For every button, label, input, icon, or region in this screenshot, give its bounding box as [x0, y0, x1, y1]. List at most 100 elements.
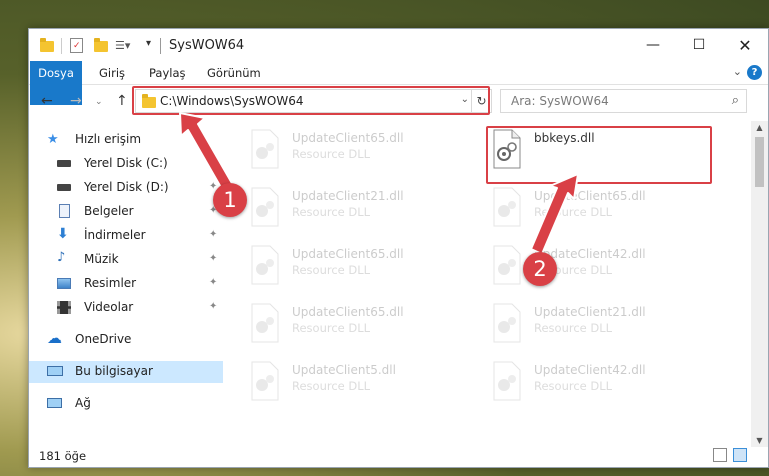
item-count: 181 öğe	[39, 449, 87, 463]
window-title: SysWOW64	[169, 38, 245, 53]
file-name: UpdateClient5.dll	[292, 363, 396, 377]
file-name: UpdateClient65.dll	[292, 131, 404, 145]
document-icon	[59, 204, 70, 218]
dll-file-icon	[493, 361, 521, 401]
navigation-pane: ★ Hızlı erişim Yerel Disk (C:) ✦ Yerel D…	[29, 125, 223, 447]
dll-file-icon	[493, 187, 521, 227]
file-type: Resource DLL	[292, 379, 371, 393]
dll-file-icon	[251, 129, 279, 169]
separator	[61, 38, 62, 54]
sidebar-item-pictures[interactable]: Resimler ✦	[29, 273, 223, 295]
refresh-icon[interactable]: ↻	[471, 90, 491, 112]
file-type: Resource DLL	[292, 147, 371, 161]
pin-icon[interactable]: ✦	[209, 229, 217, 240]
pin-icon[interactable]: ✦	[209, 253, 217, 264]
music-icon: ♪	[57, 250, 66, 265]
star-icon: ★	[47, 132, 59, 147]
list-item[interactable]: UpdateClient21.dll Resource DLL	[248, 185, 478, 229]
vertical-scrollbar[interactable]: ▲ ▼	[751, 121, 768, 447]
download-icon: ⬇	[57, 226, 69, 242]
expand-ribbon-icon[interactable]: ⌄	[733, 65, 742, 78]
file-type: Resource DLL	[292, 205, 371, 219]
tab-gorunum[interactable]: Görünüm	[203, 61, 265, 85]
help-icon[interactable]: ?	[747, 65, 762, 80]
sidebar-item-quick-access[interactable]: ★ Hızlı erişim	[29, 129, 223, 151]
sidebar-item-label: OneDrive	[75, 332, 132, 346]
list-item[interactable]: UpdateClient65.dll Resource DLL	[248, 127, 478, 171]
dll-file-icon	[251, 303, 279, 343]
title-bar: ✓ ☰▾ ▾ SysWOW64 — ☐ ✕	[29, 29, 768, 63]
sidebar-item-label: Müzik	[84, 252, 119, 266]
tab-paylas[interactable]: Paylaş	[145, 61, 190, 85]
large-icons-view-icon[interactable]	[733, 448, 747, 462]
scroll-down-icon[interactable]: ▼	[751, 436, 768, 445]
recent-locations-icon[interactable]: ⌄	[95, 97, 103, 107]
tab-giris[interactable]: Giriş	[95, 61, 129, 85]
file-type: Resource DLL	[534, 205, 613, 219]
file-name: bbkeys.dll	[534, 131, 595, 145]
up-arrow-icon[interactable]: ↑	[116, 93, 128, 109]
video-icon	[57, 301, 71, 314]
file-name: UpdateClient42.dll	[534, 363, 646, 377]
dll-file-icon	[251, 361, 279, 401]
sidebar-item-network[interactable]: Ağ	[29, 393, 223, 415]
chevron-down-icon[interactable]: ⌄	[461, 94, 469, 105]
explorer-window: ✓ ☰▾ ▾ SysWOW64 — ☐ ✕ Dosya Giriş Paylaş…	[28, 28, 769, 468]
address-bar[interactable]: C:\Windows\SysWOW64 ⌄ ↻	[135, 89, 492, 113]
sidebar-item-documents[interactable]: Belgeler ✦	[29, 201, 223, 223]
pin-icon[interactable]: ✦	[209, 277, 217, 288]
new-folder-icon[interactable]	[94, 38, 108, 52]
file-type: Resource DLL	[292, 321, 371, 335]
toolbar-dropdown-icon[interactable]: ▾	[146, 38, 151, 49]
sidebar-item-downloads[interactable]: ⬇ İndirmeler ✦	[29, 225, 223, 247]
computer-icon	[47, 366, 63, 376]
scroll-up-icon[interactable]: ▲	[751, 123, 768, 132]
sidebar-item-label: Ağ	[75, 396, 91, 410]
dll-file-icon	[251, 245, 279, 285]
dll-file-icon	[251, 187, 279, 227]
search-box[interactable]: Ara: SysWOW64 ⌕	[500, 89, 747, 113]
separator	[160, 38, 161, 54]
sidebar-item-music[interactable]: ♪ Müzik ✦	[29, 249, 223, 271]
list-item[interactable]: UpdateClient21.dll Resource DLL	[490, 301, 720, 345]
list-item-bbkeys[interactable]: bbkeys.dll	[490, 127, 720, 171]
pin-icon[interactable]: ✦	[209, 157, 217, 168]
sidebar-item-this-pc[interactable]: Bu bilgisayar	[29, 361, 223, 383]
sidebar-item-label: Yerel Disk (D:)	[84, 180, 169, 194]
sidebar-item-onedrive[interactable]: ☁ OneDrive	[29, 329, 223, 351]
minimize-button[interactable]: —	[630, 29, 676, 61]
sidebar-item-videos[interactable]: Videolar ✦	[29, 297, 223, 319]
sidebar-item-label: Hızlı erişim	[75, 132, 142, 146]
pictures-icon	[57, 278, 71, 289]
dll-file-icon	[493, 303, 521, 343]
customize-toolbar-icon[interactable]: ☰▾	[115, 39, 130, 52]
close-button[interactable]: ✕	[722, 29, 768, 61]
list-item[interactable]: UpdateClient65.dll Resource DLL	[248, 301, 478, 345]
file-type: Resource DLL	[292, 263, 371, 277]
back-arrow-icon[interactable]: ←	[41, 93, 53, 109]
scrollbar-thumb[interactable]	[755, 137, 764, 187]
details-view-icon[interactable]	[713, 448, 727, 462]
list-item[interactable]: UpdateClient65.dll Resource DLL	[248, 243, 478, 287]
sidebar-item-local-disk-d[interactable]: Yerel Disk (D:) ✦	[29, 177, 223, 199]
network-icon	[47, 398, 62, 408]
maximize-button[interactable]: ☐	[676, 29, 722, 61]
forward-arrow-icon[interactable]: →	[70, 93, 82, 109]
drive-icon	[57, 184, 71, 191]
list-item[interactable]: UpdateClient42.dll Resource DLL	[490, 359, 720, 403]
drive-icon	[57, 160, 71, 167]
file-name: UpdateClient21.dll	[534, 305, 646, 319]
sidebar-item-label: Yerel Disk (C:)	[84, 156, 168, 170]
navigation-bar: ← → ⌄ ↑ C:\Windows\SysWOW64 ⌄ ↻ Ara: Sys…	[29, 87, 768, 117]
list-item[interactable]: UpdateClient5.dll Resource DLL	[248, 359, 478, 403]
dll-file-icon	[493, 129, 521, 169]
file-type: Resource DLL	[534, 321, 613, 335]
pin-icon[interactable]: ✦	[209, 301, 217, 312]
properties-icon[interactable]: ✓	[70, 38, 83, 53]
list-item[interactable]: UpdateClient65.dll Resource DLL	[490, 185, 720, 229]
folder-icon	[40, 38, 54, 52]
step-2-badge: 2	[523, 252, 557, 286]
file-name: UpdateClient65.dll	[534, 189, 646, 203]
search-icon: ⌕	[731, 93, 739, 108]
sidebar-item-local-disk-c[interactable]: Yerel Disk (C:) ✦	[29, 153, 223, 175]
